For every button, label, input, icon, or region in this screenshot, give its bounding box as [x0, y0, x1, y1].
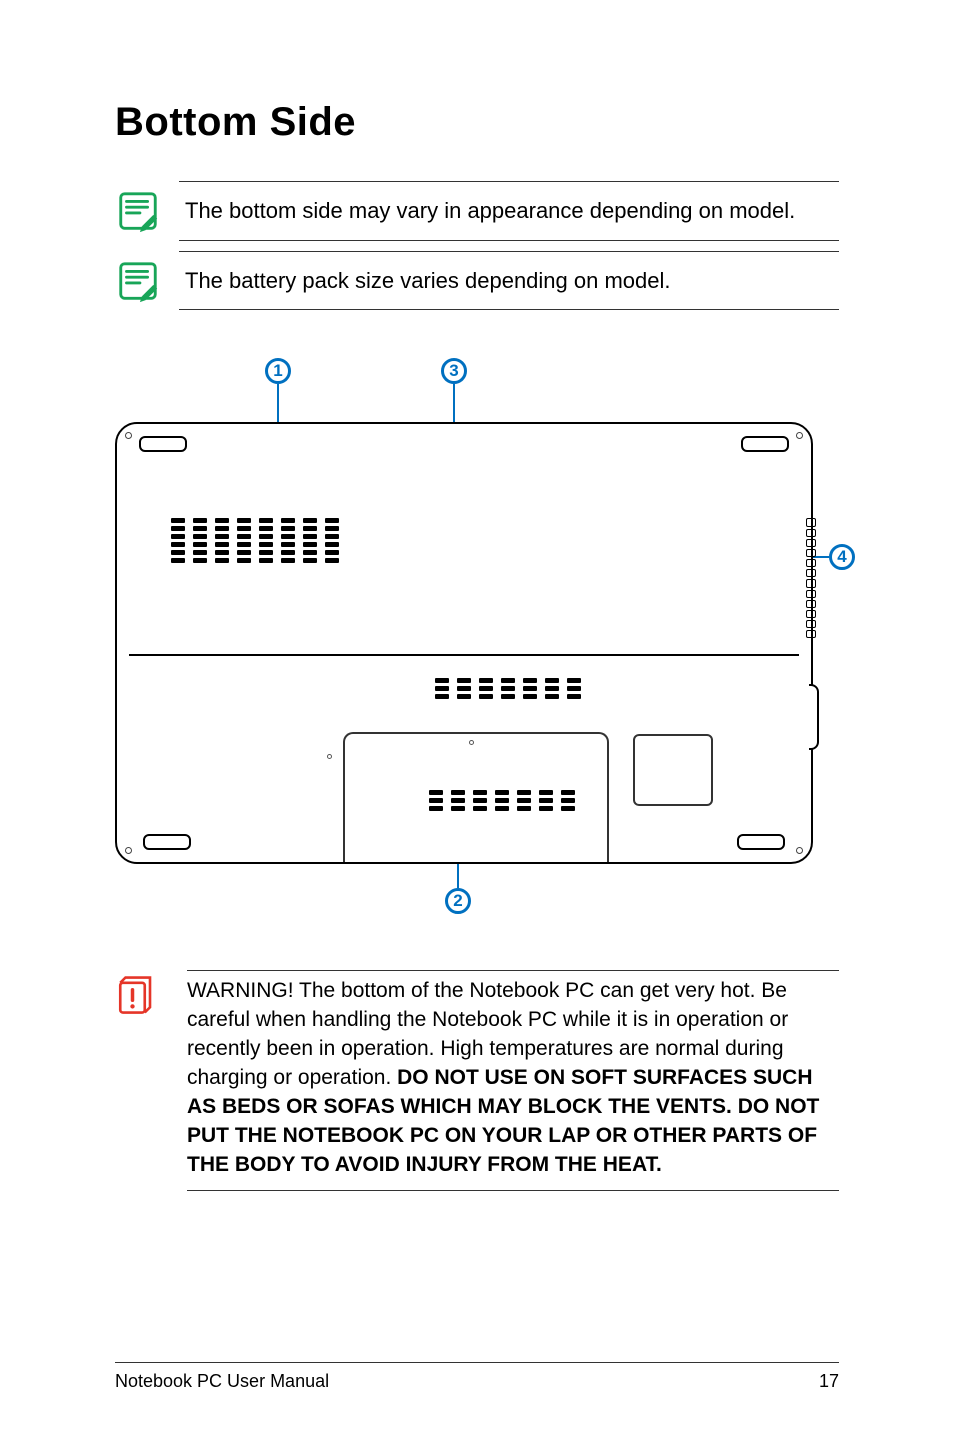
- callout-3: 3: [441, 358, 467, 384]
- page-title: Bottom Side: [115, 100, 839, 145]
- air-vent: [435, 678, 581, 699]
- laptop-bottom-diagram: 1 3 4 2: [115, 358, 839, 918]
- note-icon: [115, 251, 179, 311]
- rubber-foot: [741, 436, 789, 452]
- hdd-compartment: [633, 734, 713, 806]
- note-text-2: The battery pack size varies depending o…: [179, 251, 839, 311]
- note-text-1: The bottom side may vary in appearance d…: [179, 181, 839, 241]
- note-icon: [115, 181, 179, 241]
- rubber-foot: [139, 436, 187, 452]
- warning-block: WARNING! The bottom of the Notebook PC c…: [115, 970, 839, 1191]
- page: Bottom Side The bottom side may vary in …: [0, 0, 954, 1438]
- warning-icon: [115, 970, 187, 1191]
- rubber-foot: [737, 834, 785, 850]
- air-vent: [429, 790, 575, 811]
- rubber-foot: [143, 834, 191, 850]
- warning-text: WARNING! The bottom of the Notebook PC c…: [187, 970, 839, 1191]
- laptop-body: [115, 422, 813, 864]
- note-row-2: The battery pack size varies depending o…: [115, 251, 839, 311]
- callout-4: 4: [829, 544, 855, 570]
- callout-2: 2: [445, 888, 471, 914]
- callout-1: 1: [265, 358, 291, 384]
- air-vent: [171, 518, 339, 563]
- page-footer: Notebook PC User Manual 17: [115, 1362, 839, 1392]
- diagram-container: 1 3 4 2: [115, 358, 839, 918]
- footer-title: Notebook PC User Manual: [115, 1371, 329, 1392]
- side-port: [809, 684, 819, 750]
- panel-seam: [129, 654, 799, 656]
- page-number: 17: [819, 1371, 839, 1392]
- note-row-1: The bottom side may vary in appearance d…: [115, 181, 839, 241]
- speaker-grille: [806, 518, 816, 638]
